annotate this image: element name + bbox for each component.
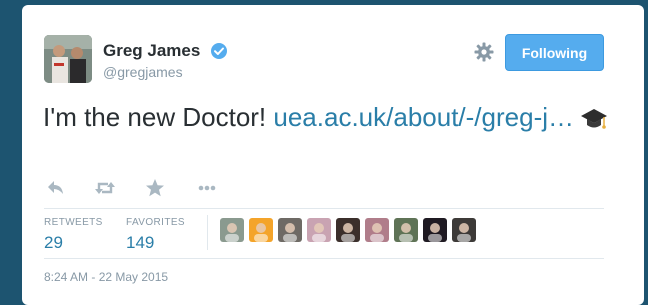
user-avatar-6[interactable] [365,218,389,242]
user-avatar-8[interactable] [423,218,447,242]
retweets-count[interactable]: 29 [44,233,103,253]
tweet-timestamp[interactable]: 8:24 AM - 22 May 2015 [44,270,168,284]
stats-divider-bottom [44,258,604,259]
user-avatar-3[interactable] [278,218,302,242]
tweet-card: Greg James @gregjames Following I'm the … [22,5,644,305]
user-avatar-4[interactable] [307,218,331,242]
tweet-text-body: I'm the new Doctor! [43,102,274,132]
more-icon[interactable] [196,177,218,199]
gear-icon[interactable] [474,42,494,62]
reply-icon[interactable] [44,177,66,199]
verified-badge-icon [211,43,227,59]
user-avatar-2[interactable] [249,218,273,242]
user-avatar-9[interactable] [452,218,476,242]
tweet-text: I'm the new Doctor! uea.ac.uk/about/-/gr… [43,100,613,134]
author-name[interactable]: Greg James [103,41,200,61]
stats-separator [207,215,208,250]
favorite-icon[interactable] [144,177,166,199]
avatar-image [44,35,92,83]
user-avatar-7[interactable] [394,218,418,242]
retweets-label: RETWEETS [44,217,103,228]
graduation-cap-icon [581,109,608,129]
retweets-stat[interactable]: RETWEETS 29 [44,217,103,253]
stats-divider-top [44,208,604,209]
following-button[interactable]: Following [505,34,604,71]
favorites-count[interactable]: 149 [126,233,185,253]
tweet-link[interactable]: uea.ac.uk/about/-/greg-j… [273,102,574,132]
favorites-stat[interactable]: FAVORITES 149 [126,217,185,253]
user-avatar-5[interactable] [336,218,360,242]
author-handle[interactable]: @gregjames [103,64,183,80]
favorites-label: FAVORITES [126,217,185,228]
user-avatar-1[interactable] [220,218,244,242]
author-avatar[interactable] [44,35,92,83]
retweet-icon[interactable] [94,177,116,199]
